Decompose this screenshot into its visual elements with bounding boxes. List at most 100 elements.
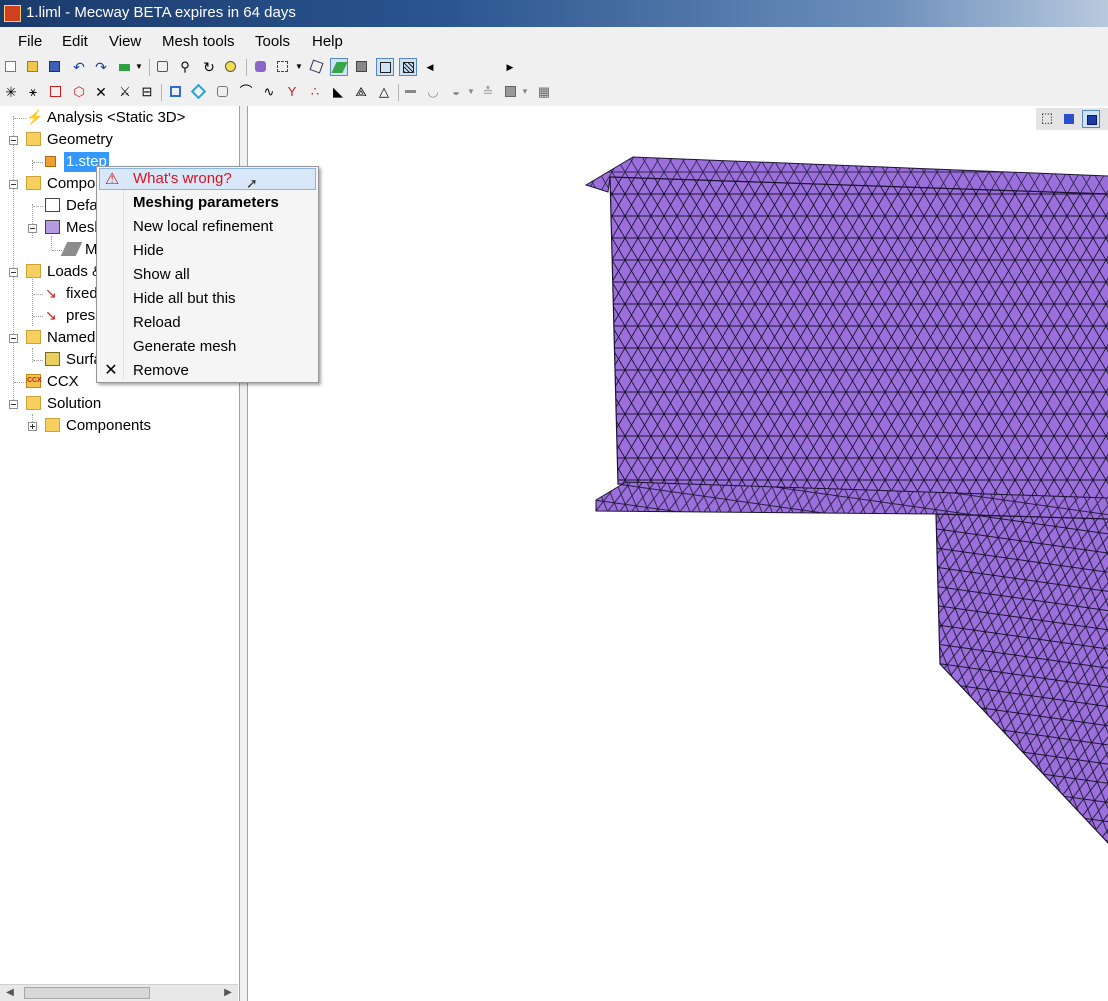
measure-icon[interactable] bbox=[308, 58, 326, 76]
bend-icon[interactable]: ◡ bbox=[424, 83, 442, 101]
zoom-window-icon[interactable] bbox=[222, 58, 240, 76]
menu-item-label: Generate mesh bbox=[133, 338, 237, 355]
scrollbar-thumb[interactable] bbox=[24, 987, 150, 999]
cylinder-icon[interactable] bbox=[214, 83, 232, 101]
shaded-solid-icon[interactable] bbox=[353, 58, 371, 76]
menu-item-new-local-refinement[interactable]: New local refinement bbox=[99, 216, 316, 238]
select-nodes-icon[interactable] bbox=[274, 58, 292, 76]
triangle-mesh-icon[interactable]: ⟁ bbox=[352, 83, 370, 101]
menu-item-label: Hide bbox=[133, 242, 164, 259]
surface-cube-icon bbox=[45, 352, 60, 366]
mesh-edges-icon[interactable] bbox=[399, 58, 417, 76]
toolbar-separator bbox=[246, 59, 247, 76]
menu-item-label: Meshing parameters bbox=[133, 194, 279, 211]
tree-item-label: Components bbox=[66, 417, 152, 434]
mesh-render[interactable] bbox=[248, 106, 1108, 1001]
table-icon[interactable]: ▦ bbox=[535, 83, 553, 101]
menu-tools[interactable]: Tools bbox=[255, 33, 290, 50]
open-folder-icon[interactable] bbox=[24, 58, 42, 76]
select-mode-icon[interactable] bbox=[252, 58, 270, 76]
menu-help[interactable]: Help bbox=[312, 33, 343, 50]
tree-guide bbox=[33, 206, 43, 208]
expand-toggle-solution-components[interactable] bbox=[28, 422, 37, 431]
scroll-left-icon[interactable]: ◀ bbox=[424, 58, 436, 76]
extrude-icon[interactable]: ⊟ bbox=[138, 83, 156, 101]
model-viewport[interactable] bbox=[247, 106, 1108, 1001]
menu-item-whats-wrong[interactable]: ⚠ What's wrong? ➚ bbox=[99, 168, 316, 191]
refine-icon[interactable] bbox=[167, 83, 185, 101]
wireframe-view-icon[interactable] bbox=[376, 58, 394, 76]
menu-item-hide-all-but-this[interactable]: Hide all but this bbox=[99, 288, 316, 310]
expand-toggle-named[interactable] bbox=[9, 334, 18, 343]
mesh-face-web-grid bbox=[610, 177, 1108, 500]
rotate-icon[interactable]: ↻ bbox=[200, 58, 218, 76]
chevron-down-icon[interactable]: ▼ bbox=[520, 83, 530, 101]
expand-toggle-geometry[interactable] bbox=[9, 136, 18, 145]
triangle-edit-icon[interactable]: ◣ bbox=[329, 83, 347, 101]
menu-file[interactable]: File bbox=[18, 33, 42, 50]
scroll-right-icon[interactable]: ▶ bbox=[504, 58, 516, 76]
arrow-load-icon: ↘ bbox=[45, 307, 57, 323]
menu-bar: File Edit View Mesh tools Tools Help bbox=[0, 28, 1108, 55]
tree-item-label: fixed bbox=[66, 285, 98, 302]
component-folder-icon bbox=[26, 176, 41, 190]
save-icon[interactable] bbox=[46, 58, 64, 76]
layers-icon[interactable] bbox=[116, 58, 134, 76]
named-folder-icon bbox=[26, 330, 41, 344]
expand-toggle-solution[interactable] bbox=[9, 400, 18, 409]
menu-item-remove[interactable]: ✕ Remove bbox=[99, 360, 316, 382]
split-icon[interactable]: ⚔ bbox=[116, 83, 134, 101]
view-front-icon[interactable] bbox=[1060, 110, 1078, 128]
loads-folder-icon bbox=[26, 264, 41, 278]
lightning-icon: ⚡ bbox=[26, 109, 44, 125]
scroll-right-icon[interactable]: ▶ bbox=[220, 985, 236, 1001]
expand-toggle-components[interactable] bbox=[9, 180, 18, 189]
expand-toggle-mesh[interactable] bbox=[28, 224, 37, 233]
chevron-down-icon[interactable]: ▼ bbox=[134, 58, 144, 76]
triangle-icon[interactable]: △ bbox=[375, 83, 393, 101]
scroll-left-icon[interactable]: ◀ bbox=[2, 985, 18, 1001]
menu-view[interactable]: View bbox=[109, 33, 141, 50]
menu-item-label: Hide all but this bbox=[133, 290, 236, 307]
puzzle-mesh-icon bbox=[45, 220, 60, 234]
tree-guide bbox=[14, 382, 26, 384]
tree-item-label: Analysis <Static 3D> bbox=[47, 109, 186, 126]
zoom-icon[interactable]: ⚲ bbox=[176, 58, 194, 76]
align-icon[interactable]: ≛ bbox=[479, 83, 497, 101]
menu-mesh-tools[interactable]: Mesh tools bbox=[162, 33, 235, 50]
dish-icon[interactable]: ◒ bbox=[447, 83, 465, 101]
expand-toggle-loads[interactable] bbox=[9, 268, 18, 277]
view-iso-icon[interactable]: ⬚ bbox=[1038, 110, 1056, 128]
shaded-view-icon[interactable] bbox=[330, 58, 348, 76]
menu-item-meshing-parameters[interactable]: Meshing parameters bbox=[99, 192, 316, 214]
zoom-fit-icon[interactable] bbox=[154, 58, 172, 76]
new-file-icon[interactable] bbox=[2, 58, 20, 76]
points-icon[interactable]: ∴ bbox=[306, 83, 324, 101]
undo-icon[interactable]: ↶ bbox=[70, 58, 88, 76]
arc-icon[interactable]: ⌒ bbox=[237, 83, 255, 101]
node-icon[interactable]: ✳ bbox=[2, 83, 20, 101]
title-bar: 1.liml - Mecway BETA expires in 64 days bbox=[0, 0, 1108, 27]
refine3-icon[interactable] bbox=[190, 83, 208, 101]
curve-icon[interactable]: ∿ bbox=[260, 83, 278, 101]
tree-horizontal-scrollbar[interactable]: ◀ ▶ bbox=[0, 984, 238, 1001]
cube-red-icon[interactable]: ⬡ bbox=[70, 83, 88, 101]
tree-item-label: Defa bbox=[66, 197, 98, 214]
menu-edit[interactable]: Edit bbox=[62, 33, 88, 50]
chevron-down-icon[interactable]: ▼ bbox=[294, 58, 304, 76]
element-icon[interactable]: ⚹ bbox=[24, 83, 42, 101]
menu-item-reload[interactable]: Reload bbox=[99, 312, 316, 334]
view-3d-icon[interactable] bbox=[1082, 110, 1100, 128]
chevron-down-icon[interactable]: ▼ bbox=[466, 83, 476, 101]
delete-icon[interactable]: ✕ bbox=[92, 83, 110, 101]
mouse-cursor-icon: ➚ bbox=[246, 175, 258, 191]
menu-item-generate-mesh[interactable]: Generate mesh bbox=[99, 336, 316, 358]
line-tool-icon[interactable] bbox=[402, 83, 420, 101]
toolbar-mesh: ✳ ⚹ ⬡ ✕ ⚔ ⊟ ⌒ ∿ Y ∴ ◣ ⟁ △ ◡ ◒ ▼ ≛ ▼ ▦ bbox=[0, 80, 1108, 105]
square-red-icon[interactable] bbox=[47, 83, 65, 101]
menu-item-show-all[interactable]: Show all bbox=[99, 264, 316, 286]
redo-icon[interactable]: ↷ bbox=[92, 58, 110, 76]
merge-icon[interactable]: Y bbox=[283, 83, 301, 101]
menu-item-hide[interactable]: Hide bbox=[99, 240, 316, 262]
film-icon[interactable] bbox=[502, 83, 520, 101]
